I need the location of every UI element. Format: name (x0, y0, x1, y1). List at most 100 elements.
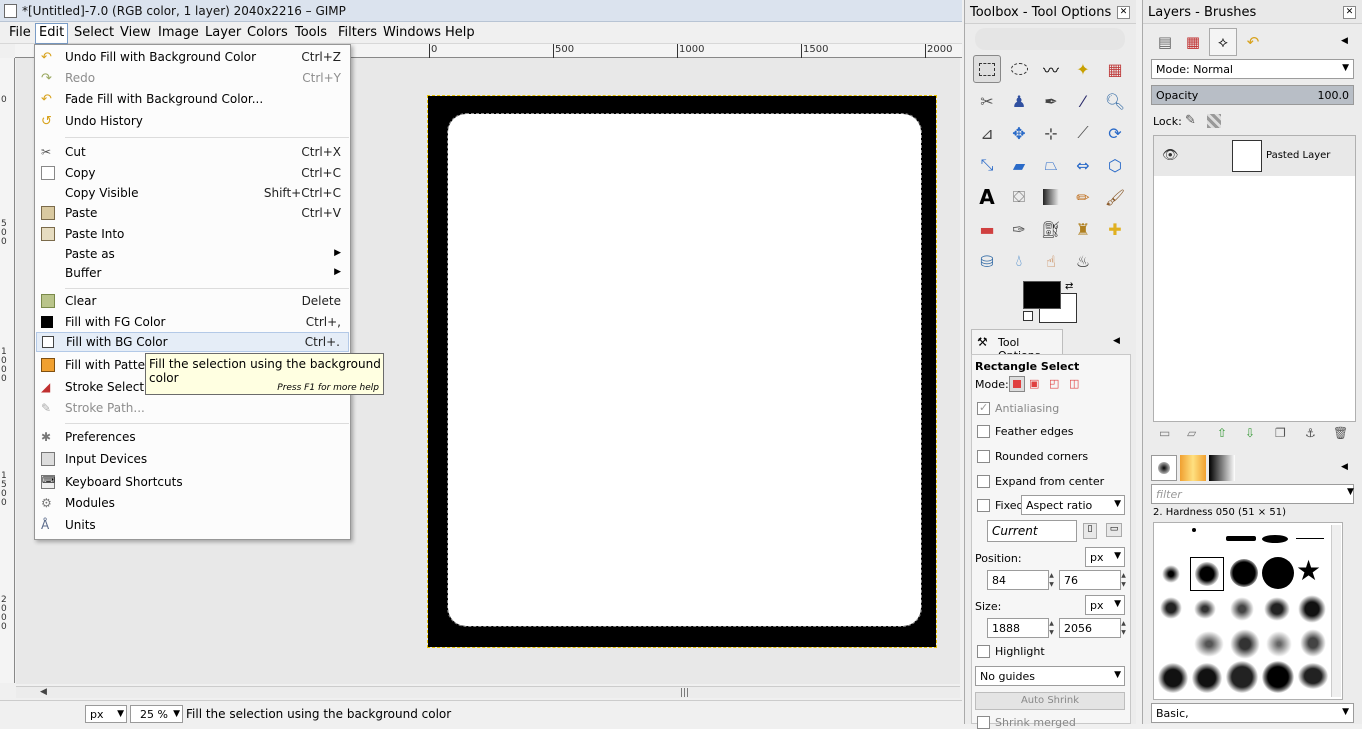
perspective-clone-icon[interactable]: ⛁ (973, 247, 1001, 275)
guides-select[interactable]: No guides ▼ (975, 666, 1125, 686)
layer-name[interactable]: Pasted Layer (1266, 150, 1330, 161)
rotate-icon[interactable]: ⟳ (1101, 119, 1129, 147)
reset-colors-icon[interactable] (1023, 311, 1033, 321)
brush-item[interactable] (1264, 597, 1290, 621)
menu-tools[interactable]: Tools (294, 25, 328, 40)
tab-tool-options[interactable]: ⚒Tool Options (971, 329, 1063, 362)
brush-item[interactable] (1192, 663, 1222, 693)
brush-item[interactable] (1296, 538, 1324, 539)
swap-colors-icon[interactable]: ⇄ (1065, 281, 1073, 292)
menu-item-units[interactable]: Å Units (36, 515, 349, 535)
antialiasing-checkbox[interactable] (977, 401, 990, 415)
brush-item[interactable] (1266, 631, 1292, 657)
brushes-tab-icon[interactable] (1151, 455, 1177, 481)
size-h-input[interactable]: 2056 (1059, 618, 1121, 638)
size-unit-select[interactable]: px ▼ (1085, 595, 1125, 615)
spin-icon[interactable]: ▲ ▼ (1119, 619, 1128, 637)
raise-layer-icon[interactable]: ⇧ (1217, 426, 1227, 440)
brush-item[interactable] (1194, 631, 1224, 657)
foreground-color-swatch[interactable] (1023, 281, 1061, 309)
rounded-checkbox[interactable] (977, 450, 990, 463)
feather-checkbox[interactable] (977, 425, 990, 438)
scroll-grip-icon[interactable]: ||| (680, 688, 689, 698)
brush-item[interactable] (1230, 597, 1254, 621)
bucket-fill-icon[interactable]: ⛋ (1005, 183, 1033, 211)
selected-brush[interactable] (1190, 557, 1224, 591)
menu-windows[interactable]: Windows (382, 25, 442, 40)
menu-item-keyboard-shortcuts[interactable]: ⌨ Keyboard Shortcuts (36, 472, 349, 492)
menu-item-buffer[interactable]: Buffer ▶ (36, 263, 349, 283)
vertical-ruler[interactable]: 0 5 0 0 1 0 0 0 1 5 0 0 2 0 0 0 (0, 58, 15, 683)
brush-item[interactable] (1230, 629, 1260, 659)
close-icon[interactable]: ✕ (1343, 6, 1356, 19)
menu-item-copy[interactable]: Copy Ctrl+C (36, 163, 349, 183)
anchor-layer-icon[interactable]: ⚓︎ (1305, 426, 1316, 440)
delete-layer-icon[interactable]: 🗑︎ (1333, 426, 1348, 440)
menu-item-preferences[interactable]: ✱ Preferences (36, 427, 349, 447)
brush-item[interactable] (1158, 663, 1188, 693)
move-icon[interactable]: ✥ (1005, 119, 1033, 147)
duplicate-layer-icon[interactable]: ❐ (1275, 426, 1286, 440)
menu-item-fade[interactable]: ↶ Fade Fill with Background Color... (36, 89, 349, 109)
menu-item-undo-history[interactable]: ↺ Undo History (36, 111, 349, 131)
heal-icon[interactable]: ✚ (1101, 215, 1129, 243)
layers-tab-icon[interactable]: ▤ (1151, 28, 1179, 56)
shrink-merged-checkbox[interactable] (977, 716, 990, 729)
paintbrush-icon[interactable]: 🖌︎ (1101, 183, 1129, 211)
menu-layer[interactable]: Layer (204, 25, 242, 40)
mode-add-icon[interactable]: ▣ (1029, 377, 1039, 390)
brush-item[interactable] (1194, 599, 1216, 619)
cage-transform-icon[interactable]: ⬡ (1101, 151, 1129, 179)
layer-row[interactable]: 👁︎ Pasted Layer (1154, 136, 1355, 176)
menu-item-paste-as[interactable]: Paste as ▶ (36, 244, 349, 264)
menu-item-paste[interactable]: Paste Ctrl+V (36, 203, 349, 223)
menu-edit[interactable]: Edit (35, 23, 69, 44)
spin-icon[interactable]: ▲ ▼ (1119, 571, 1128, 589)
channels-tab-icon[interactable]: ▦ (1179, 28, 1207, 56)
menu-image[interactable]: Image (157, 25, 200, 40)
unit-select[interactable]: px ▼ (85, 705, 127, 723)
perspective-icon[interactable]: ⏢ (1037, 151, 1065, 179)
brush-item[interactable] (1300, 629, 1326, 657)
position-y-input[interactable]: 76 (1059, 570, 1121, 590)
eraser-icon[interactable]: ▬ (973, 215, 1001, 243)
star-brush-icon[interactable]: ★ (1296, 557, 1321, 585)
brush-item[interactable] (1226, 536, 1256, 541)
ink-icon[interactable]: ⛽︎ (1037, 215, 1065, 243)
menu-help[interactable]: Help (444, 25, 476, 40)
clone-icon[interactable]: ♜ (1069, 215, 1097, 243)
menu-item-input-devices[interactable]: Input Devices (36, 449, 349, 469)
panel-menu-icon[interactable]: ◀ (1113, 336, 1120, 346)
brush-item[interactable] (1298, 595, 1326, 623)
spin-icon[interactable]: ▲ ▼ (1047, 619, 1056, 637)
gradients-tab-icon[interactable] (1209, 455, 1235, 481)
menu-file[interactable]: File (8, 25, 32, 40)
menu-item-fill-fg[interactable]: Fill with FG Color Ctrl+, (36, 312, 349, 332)
menu-item-cut[interactable]: ✂ Cut Ctrl+X (36, 142, 349, 162)
measure-icon[interactable]: ⊿ (973, 119, 1001, 147)
menu-item-clear[interactable]: Clear Delete (36, 291, 349, 311)
pencil-icon[interactable]: ✏ (1069, 183, 1097, 211)
brush-item[interactable] (1262, 535, 1288, 543)
landscape-icon[interactable]: ▭ (1106, 523, 1122, 537)
lower-layer-icon[interactable]: ⇩ (1245, 426, 1255, 440)
menu-item-fill-bg[interactable]: Fill with BG Color Ctrl+. (36, 332, 349, 352)
airbrush-icon[interactable]: ✑ (1005, 215, 1033, 243)
aspect-current-input[interactable]: Current (987, 520, 1077, 542)
lock-pixels-icon[interactable]: ✎ (1185, 113, 1196, 128)
layer-group-icon[interactable]: ▱ (1187, 426, 1196, 440)
image-canvas[interactable] (427, 95, 937, 648)
menu-item-copy-visible[interactable]: Copy Visible Shift+Ctrl+C (36, 183, 349, 203)
brush-scrollbar[interactable] (1331, 525, 1341, 697)
lock-alpha-icon[interactable] (1207, 114, 1221, 128)
brush-grid[interactable]: ★ (1153, 522, 1343, 700)
spin-icon[interactable]: ▲ ▼ (1047, 571, 1056, 589)
zoom-icon[interactable]: 🔍︎ (1101, 87, 1129, 115)
undo-tab-icon[interactable]: ↶ (1239, 28, 1267, 56)
menu-colors[interactable]: Colors (246, 25, 289, 40)
brush-item[interactable] (1230, 559, 1258, 587)
menu-item-modules[interactable]: ⚙ Modules (36, 493, 349, 513)
menu-item-redo[interactable]: ↷ Redo Ctrl+Y (36, 68, 349, 88)
patterns-tab-icon[interactable] (1180, 455, 1206, 481)
brush-item[interactable] (1192, 528, 1196, 532)
